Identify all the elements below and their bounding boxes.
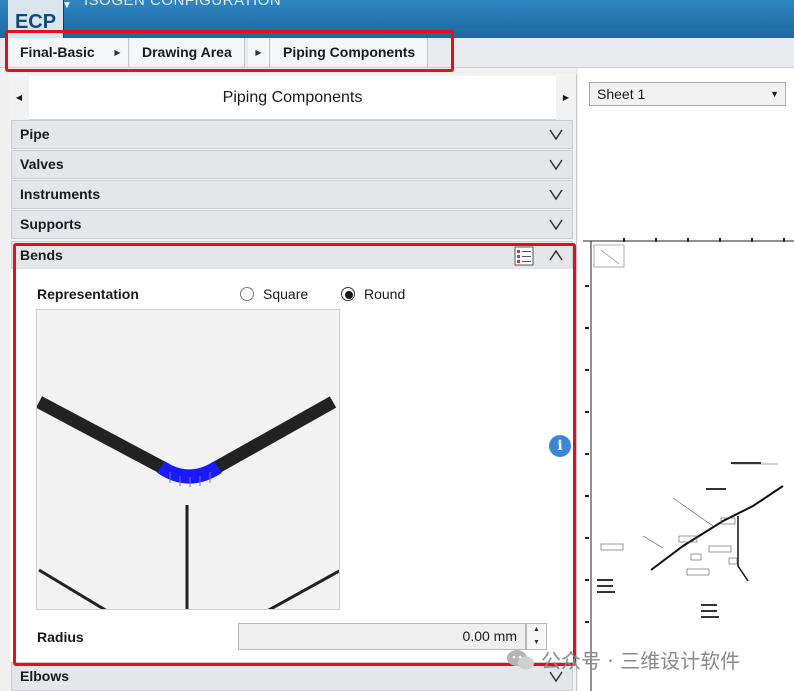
bends-highlight-box	[13, 243, 576, 666]
chevron-down-icon	[549, 219, 563, 231]
section-instruments[interactable]: Instruments	[11, 180, 573, 209]
section-label: Supports	[20, 216, 82, 232]
section-label: Valves	[20, 156, 64, 172]
chevron-down-icon	[549, 159, 563, 171]
logo-dropdown-icon[interactable]: ▼	[62, 0, 74, 16]
sheet-select[interactable]: Sheet 1 ▼	[589, 82, 786, 106]
section-label: Instruments	[20, 186, 101, 202]
panel-title: Piping Components	[222, 89, 363, 106]
info-icon[interactable]: i	[549, 435, 571, 457]
chevron-down-icon	[549, 129, 563, 141]
isometric-drawing-preview	[583, 238, 794, 691]
section-label: Elbows	[20, 668, 70, 684]
watermark-text: 公众号 · 三维设计软件	[541, 649, 741, 673]
dropdown-arrow-icon: ▼	[770, 89, 779, 99]
section-valves[interactable]: Valves	[11, 150, 573, 179]
wechat-icon	[507, 650, 534, 670]
chevron-down-icon	[549, 189, 563, 201]
section-supports[interactable]: Supports	[11, 210, 573, 239]
panel-next-arrow-icon[interactable]: ▶	[556, 76, 576, 120]
section-elbows[interactable]: Elbows	[11, 662, 573, 691]
app-title: ISOGEN CONFIGURATION	[84, 0, 282, 9]
sheet-select-value: Sheet 1	[597, 86, 646, 102]
breadcrumb-highlight-box	[5, 30, 454, 72]
section-label: Pipe	[20, 126, 50, 142]
section-pipe[interactable]: Pipe	[11, 120, 573, 149]
panel-header: ◀ Piping Components ▶	[9, 76, 576, 120]
